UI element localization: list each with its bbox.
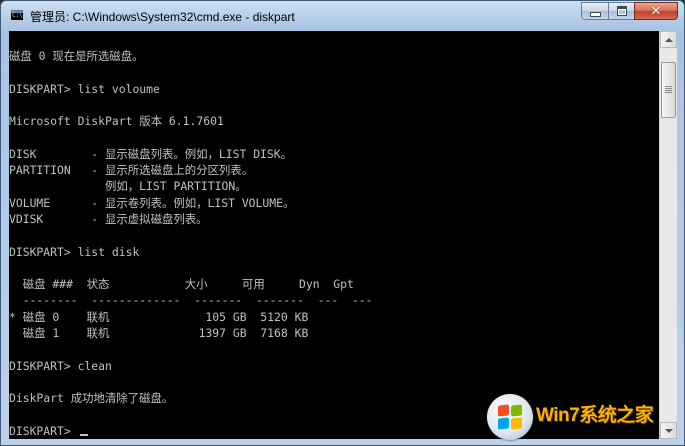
- minimize-button[interactable]: [581, 2, 608, 20]
- console-line: DISK - 显示磁盘列表。例如，LIST DISK。: [9, 146, 293, 161]
- console-line: 例如，LIST PARTITION。: [9, 179, 247, 194]
- cmd-icon-label: C:\: [12, 12, 23, 19]
- console-line: 磁盘 1 联机 1397 GB 7168 KB: [9, 326, 309, 341]
- cmd-icon[interactable]: C:\: [10, 9, 24, 21]
- close-icon: ✕: [650, 3, 662, 19]
- scroll-up-arrow-icon: [664, 37, 673, 42]
- minimize-icon: [589, 11, 601, 17]
- window-title: 管理员: C:\Windows\System32\cmd.exe - diskp…: [30, 10, 295, 24]
- text-cursor: [79, 433, 88, 436]
- scrollbar-thumb[interactable]: [661, 62, 676, 118]
- console-line: DISKPART>: [9, 423, 372, 439]
- console-output[interactable]: 磁盘 0 现在是所选磁盘。 DISKPART> list voloume Micro…: [9, 31, 659, 439]
- console-line: 磁盘 ### 状态 大小 可用 Dyn Gpt: [9, 277, 354, 292]
- console-line: VOLUME - 显示卷列表。例如，LIST VOLUME。: [9, 195, 295, 210]
- console-line: PARTITION - 显示所选磁盘上的分区列表。: [9, 163, 254, 178]
- cmd-window: C:\ 管理员: C:\Windows\System32\cmd.exe - d…: [0, 0, 685, 446]
- windows-logo-icon: [487, 394, 533, 440]
- maximize-icon: [616, 6, 627, 16]
- window-controls: ✕: [581, 2, 678, 20]
- console-line: DISKPART> list disk: [9, 244, 140, 259]
- vertical-scrollbar[interactable]: [659, 31, 677, 439]
- console-line: Microsoft DiskPart 版本 6.1.7601: [9, 114, 224, 129]
- console-line: 磁盘 0 现在是所选磁盘。: [9, 49, 144, 63]
- console-line: DISKPART> clean: [9, 358, 112, 373]
- maximize-button[interactable]: [608, 2, 634, 20]
- console-line: DISKPART> list voloume: [9, 81, 160, 96]
- console-line: * 磁盘 0 联机 105 GB 5120 KB: [9, 309, 309, 324]
- console-line: VDISK - 显示虚拟磁盘列表。: [9, 211, 208, 226]
- console-line: DiskPart 成功地清除了磁盘。: [9, 391, 174, 406]
- title-bar[interactable]: C:\ 管理员: C:\Windows\System32\cmd.exe - d…: [1, 1, 684, 31]
- scroll-up-button[interactable]: [660, 31, 677, 48]
- watermark-text: Win7系统之家: [536, 405, 654, 426]
- watermark: Win7系统之家: [487, 392, 682, 444]
- console-text: 磁盘 0 现在是所选磁盘。 DISKPART> list voloume Micro…: [9, 48, 372, 439]
- console-line: -------- ------------- ------- ------- -…: [9, 293, 373, 308]
- close-button[interactable]: ✕: [634, 2, 678, 20]
